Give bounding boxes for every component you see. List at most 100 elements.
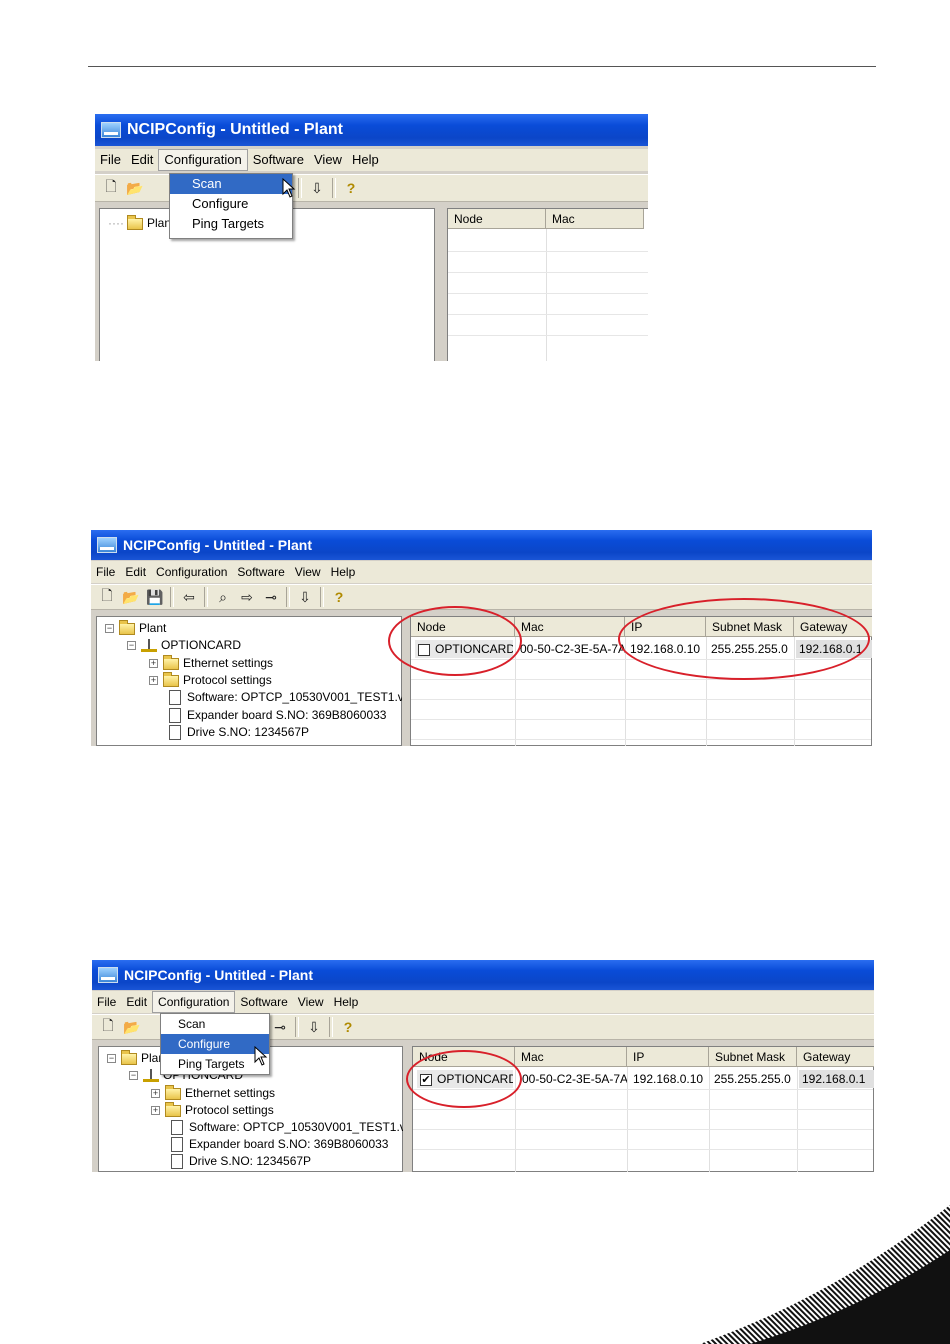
title-bar: NCIPConfig - Untitled - Plant [92, 960, 874, 990]
menu-file[interactable]: File [91, 562, 120, 582]
menu-view[interactable]: View [290, 562, 326, 582]
help-icon[interactable]: ? [329, 587, 349, 607]
open-folder-icon[interactable]: 📂 [122, 1017, 142, 1037]
column-header-node[interactable]: Node [448, 209, 546, 229]
toolbar-separator [170, 587, 174, 607]
connect-icon[interactable]: ⊸ [270, 1017, 290, 1037]
pane-splitter[interactable] [403, 1046, 412, 1172]
folder-icon [165, 1084, 181, 1100]
menu-item-ping-targets[interactable]: Ping Targets [170, 214, 292, 234]
new-file-icon[interactable]: 🗋 [98, 1017, 118, 1037]
toolbar-separator [332, 178, 336, 198]
menu-item-configure[interactable]: Configure [161, 1034, 269, 1054]
menu-view[interactable]: View [309, 150, 347, 170]
connect-icon[interactable]: ⊸ [261, 587, 281, 607]
tree-item-label: Software: OPTCP_10530V001_TEST1.v [187, 690, 404, 704]
menu-edit[interactable]: Edit [120, 562, 151, 582]
screenshot-scan-result: NCIPConfig - Untitled - Plant File Edit … [91, 530, 872, 746]
download-icon[interactable]: ⇩ [304, 1017, 324, 1037]
help-icon[interactable]: ? [338, 1017, 358, 1037]
document-icon [171, 1120, 183, 1135]
menu-configuration[interactable]: Configuration [152, 991, 236, 1013]
tree-item-software[interactable]: Software: OPTCP_10530V001_TEST1.v [169, 689, 404, 706]
menu-software[interactable]: Software [235, 992, 292, 1012]
tree-item-label: Ethernet settings [183, 656, 274, 670]
scan-icon[interactable]: ⌕ [213, 587, 233, 607]
title-bar: NCIPConfig - Untitled - Plant [91, 530, 872, 560]
column-header-mac[interactable]: Mac [546, 209, 644, 229]
tree-item-label: Plant [139, 621, 167, 635]
tree-item-label: OPTIONCARD [161, 638, 242, 652]
column-header-ip[interactable]: IP [627, 1047, 709, 1067]
open-folder-icon[interactable]: 📂 [121, 587, 141, 607]
menu-bar: File Edit Configuration Software View He… [92, 991, 874, 1013]
document-icon [169, 690, 181, 705]
folder-icon [126, 214, 143, 230]
expand-icon[interactable]: + [151, 1089, 160, 1098]
configure-icon[interactable]: ⇨ [237, 587, 257, 607]
menu-help[interactable]: Help [329, 992, 364, 1012]
tree-item-ethernet-settings[interactable]: + Ethernet settings [149, 654, 274, 672]
collapse-icon[interactable]: − [107, 1054, 116, 1063]
toolbar-separator [320, 587, 324, 607]
toolbar-separator [286, 587, 290, 607]
column-header-subnet-mask[interactable]: Subnet Mask [709, 1047, 797, 1067]
help-icon[interactable]: ? [341, 178, 361, 198]
save-icon[interactable]: 💾 [145, 587, 165, 607]
menu-edit[interactable]: Edit [126, 150, 158, 170]
menu-help[interactable]: Help [326, 562, 361, 582]
menu-configuration[interactable]: Configuration [158, 149, 248, 171]
title-bar: NCIPConfig - Untitled - Plant [95, 114, 648, 146]
menu-view[interactable]: View [293, 992, 329, 1012]
tree-item-label: Software: OPTCP_10530V001_TEST1.v [189, 1120, 406, 1134]
menu-file[interactable]: File [95, 150, 126, 170]
menu-item-ping-targets[interactable]: Ping Targets [161, 1054, 269, 1074]
tree-item-optioncard[interactable]: − OPTIONCARD [127, 637, 241, 654]
menu-help[interactable]: Help [347, 150, 384, 170]
cell-mac: 00-50-C2-3E-5A-7A [520, 642, 625, 656]
collapse-icon[interactable]: − [105, 624, 114, 633]
expand-icon[interactable]: + [149, 676, 158, 685]
pane-splitter[interactable] [435, 208, 447, 361]
grid-line [411, 679, 871, 680]
collapse-icon[interactable]: − [129, 1071, 138, 1080]
menu-software[interactable]: Software [232, 562, 289, 582]
tree-item-drive[interactable]: Drive S.NO: 1234567P [169, 724, 309, 741]
tree-item-plant[interactable]: − Plant [105, 619, 167, 637]
corner-swoosh-graphic [700, 1205, 950, 1344]
grid-line [411, 739, 871, 740]
menu-item-scan[interactable]: Scan [170, 174, 292, 194]
menu-item-configure[interactable]: Configure [170, 194, 292, 214]
collapse-icon[interactable]: − [127, 641, 136, 650]
tree-item-expander-board[interactable]: Expander board S.NO: 369B8060033 [171, 1136, 388, 1153]
node-list: Node Mac [447, 208, 648, 361]
column-header-mac[interactable]: Mac [515, 617, 625, 637]
menu-software[interactable]: Software [248, 150, 309, 170]
tree-item-expander-board[interactable]: Expander board S.NO: 369B8060033 [169, 707, 386, 724]
toolbar-separator [204, 587, 208, 607]
menu-item-scan[interactable]: Scan [161, 1014, 269, 1034]
download-icon[interactable]: ⇩ [307, 178, 327, 198]
column-header-gateway[interactable]: Gateway [797, 1047, 874, 1067]
folder-icon [121, 1049, 137, 1065]
import-icon[interactable]: ⇦ [179, 587, 199, 607]
menu-bar: File Edit Configuration Software View He… [95, 149, 648, 171]
menu-edit[interactable]: Edit [121, 992, 152, 1012]
tree-item-protocol-settings[interactable]: + Protocol settings [149, 671, 272, 689]
column-header-mac[interactable]: Mac [515, 1047, 627, 1067]
expand-icon[interactable]: + [149, 659, 158, 668]
new-file-icon[interactable]: 🗋 [101, 178, 121, 198]
download-icon[interactable]: ⇩ [295, 587, 315, 607]
tree-item-label: Expander board S.NO: 369B8060033 [189, 1137, 389, 1151]
grid-line [448, 293, 648, 294]
tree-item-drive[interactable]: Drive S.NO: 1234567P [171, 1153, 311, 1170]
menu-configuration[interactable]: Configuration [151, 562, 232, 582]
tree-item-plant[interactable]: ···· Plant [108, 214, 174, 232]
menu-file[interactable]: File [92, 992, 121, 1012]
expand-icon[interactable]: + [151, 1106, 160, 1115]
tree-item-software[interactable]: Software: OPTCP_10530V001_TEST1.v [171, 1119, 406, 1136]
open-folder-icon[interactable]: 📂 [125, 178, 145, 198]
tree-item-protocol-settings[interactable]: + Protocol settings [151, 1101, 274, 1119]
tree-item-ethernet-settings[interactable]: + Ethernet settings [151, 1084, 275, 1102]
new-file-icon[interactable]: 🗋 [97, 587, 117, 607]
